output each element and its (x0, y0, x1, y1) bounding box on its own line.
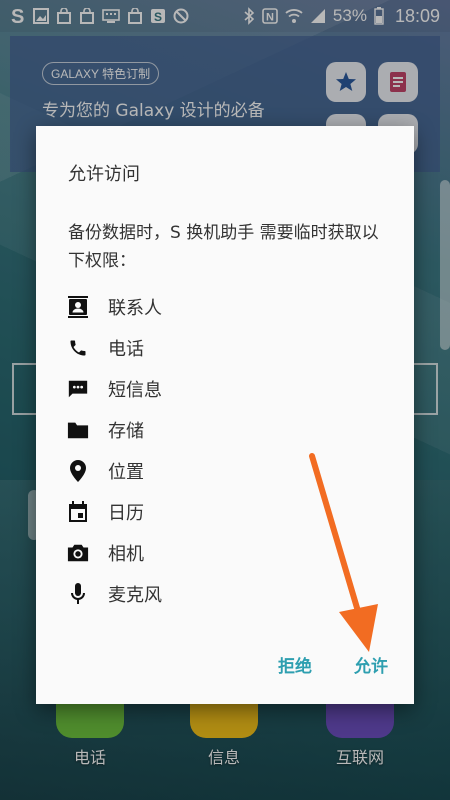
dialog-message: 备份数据时，S 换机助手 需要临时获取以下权限： (68, 223, 379, 271)
folder-icon (66, 418, 90, 442)
camera-icon (66, 541, 90, 565)
permission-label: 日历 (108, 502, 144, 524)
microphone-icon (66, 582, 90, 606)
allow-button[interactable]: 允许 (354, 648, 388, 681)
permission-item: 相机 (66, 532, 162, 573)
permission-item: 麦克风 (66, 573, 162, 614)
phone-icon (66, 336, 90, 360)
calendar-icon (66, 500, 90, 524)
message-icon (66, 377, 90, 401)
permission-item: 位置 (66, 450, 162, 491)
permission-item: 联系人 (66, 286, 162, 327)
location-icon (66, 459, 90, 483)
permission-item: 短信息 (66, 368, 162, 409)
dialog-actions: 拒绝 允许 (278, 648, 388, 681)
permission-item: 日历 (66, 491, 162, 532)
permission-label: 联系人 (108, 297, 162, 319)
permission-list: 联系人 电话 短信息 存储 位置 日历 相机 麦克风 (66, 286, 162, 614)
contacts-icon (66, 295, 90, 319)
permission-label: 短信息 (108, 379, 162, 401)
permission-item: 电话 (66, 327, 162, 368)
dialog-title: 允许访问 (68, 164, 140, 185)
permission-label: 相机 (108, 543, 144, 565)
permission-item: 存储 (66, 409, 162, 450)
permission-label: 麦克风 (108, 584, 162, 606)
deny-button[interactable]: 拒绝 (278, 648, 312, 681)
permission-dialog: 允许访问 备份数据时，S 换机助手 需要临时获取以下权限： 联系人 电话 短信息… (36, 126, 414, 704)
permission-label: 电话 (108, 338, 144, 360)
permission-label: 存储 (108, 420, 144, 442)
permission-label: 位置 (108, 461, 144, 483)
